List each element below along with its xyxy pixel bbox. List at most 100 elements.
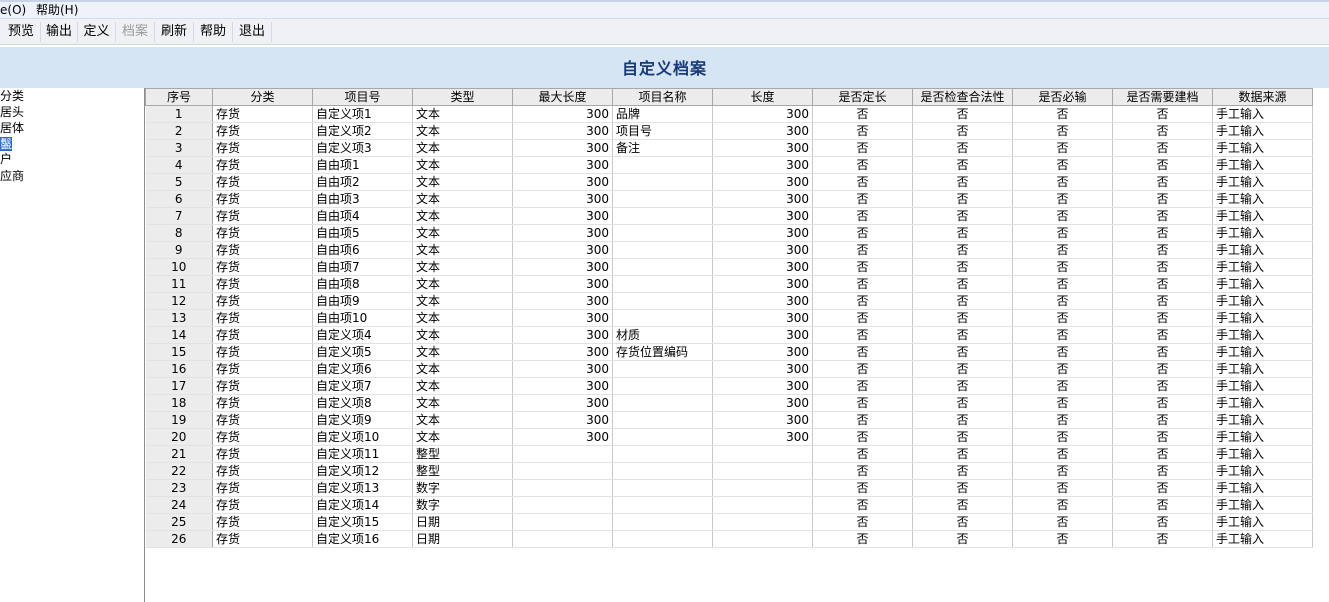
table-cell[interactable]: 手工输入 xyxy=(1212,241,1313,259)
table-cell[interactable]: 手工输入 xyxy=(1212,190,1313,208)
table-row[interactable]: 20 存货 自定义项10 文本 300 300 否否否否手工输入 xyxy=(145,428,1313,446)
table-cell[interactable]: 300 xyxy=(512,139,613,157)
table-cell[interactable]: 否 xyxy=(1012,530,1113,548)
table-cell[interactable]: 否 xyxy=(912,394,1013,412)
table-cell[interactable]: 手工输入 xyxy=(1212,258,1313,276)
table-cell[interactable]: 300 xyxy=(512,377,613,395)
table-cell[interactable]: 手工输入 xyxy=(1212,275,1313,293)
table-cell[interactable]: 日期 xyxy=(412,513,513,531)
table-cell[interactable] xyxy=(512,496,613,514)
table-cell[interactable]: 文本 xyxy=(412,105,513,123)
table-row[interactable]: 11 存货 自由项8 文本 300 300 否否否否手工输入 xyxy=(145,275,1313,293)
table-cell[interactable]: 否 xyxy=(1112,241,1213,259)
table-cell[interactable] xyxy=(612,428,713,446)
table-cell[interactable]: 否 xyxy=(912,343,1013,361)
column-header[interactable]: 是否定长 xyxy=(812,88,913,106)
table-cell[interactable]: 否 xyxy=(1012,445,1113,463)
table-cell[interactable]: 否 xyxy=(1112,394,1213,412)
table-cell[interactable]: 300 xyxy=(512,343,613,361)
table-cell[interactable] xyxy=(612,360,713,378)
table-row[interactable]: 6 存货 自由项3 文本 300 300 否否否否手工输入 xyxy=(145,190,1313,208)
table-cell[interactable]: 否 xyxy=(912,530,1013,548)
table-cell[interactable]: 自定义项12 xyxy=(312,462,413,480)
table-cell[interactable]: 300 xyxy=(512,411,613,429)
table-cell[interactable]: 否 xyxy=(812,479,913,497)
table-cell[interactable]: 否 xyxy=(1112,224,1213,242)
table-cell[interactable] xyxy=(612,479,713,497)
table-cell[interactable]: 存货 xyxy=(212,394,313,412)
table-cell[interactable]: 文本 xyxy=(412,343,513,361)
tree-item[interactable]: 居头 xyxy=(0,105,24,120)
table-cell[interactable]: 300 xyxy=(512,105,613,123)
table-row[interactable]: 19 存货 自定义项9 文本 300 300 否否否否手工输入 xyxy=(145,411,1313,429)
table-cell[interactable]: 手工输入 xyxy=(1212,207,1313,225)
table-cell[interactable]: 存货 xyxy=(212,139,313,157)
table-cell[interactable]: 存货 xyxy=(212,530,313,548)
table-cell[interactable]: 否 xyxy=(1012,309,1113,327)
table-cell[interactable]: 否 xyxy=(912,156,1013,174)
table-cell[interactable]: 存货 xyxy=(212,496,313,514)
table-cell[interactable]: 否 xyxy=(1012,139,1113,157)
table-cell[interactable]: 否 xyxy=(912,309,1013,327)
table-cell[interactable]: 否 xyxy=(1112,173,1213,191)
table-cell[interactable]: 300 xyxy=(712,326,813,344)
table-cell[interactable]: 300 xyxy=(712,292,813,310)
table-row[interactable]: 2 存货 自定义项2 文本 300 项目号 300 否否否否手工输入 xyxy=(145,122,1313,140)
table-cell[interactable]: 存货 xyxy=(212,479,313,497)
table-cell[interactable]: 自由项1 xyxy=(312,156,413,174)
table-cell[interactable]: 自定义项4 xyxy=(312,326,413,344)
table-cell[interactable]: 存货位置编码 xyxy=(612,343,713,361)
table-cell[interactable]: 300 xyxy=(712,224,813,242)
table-cell[interactable]: 否 xyxy=(912,479,1013,497)
table-cell[interactable]: 手工输入 xyxy=(1212,122,1313,140)
table-cell[interactable]: 否 xyxy=(812,394,913,412)
column-header[interactable]: 是否检查合法性 xyxy=(912,88,1013,106)
define-button[interactable]: 定义 xyxy=(78,22,116,42)
table-cell[interactable]: 否 xyxy=(1112,479,1213,497)
table-cell[interactable]: 否 xyxy=(1112,343,1213,361)
table-cell[interactable]: 存货 xyxy=(212,224,313,242)
table-row[interactable]: 1 存货 自定义项1 文本 300 品牌 300 否否否否手工输入 xyxy=(145,105,1313,123)
table-cell[interactable]: 否 xyxy=(812,275,913,293)
column-header[interactable]: 项目名称 xyxy=(612,88,713,106)
table-cell[interactable]: 自定义项16 xyxy=(312,530,413,548)
table-cell[interactable]: 否 xyxy=(1112,207,1213,225)
table-cell[interactable]: 300 xyxy=(712,105,813,123)
table-cell[interactable]: 文本 xyxy=(412,326,513,344)
column-header[interactable]: 数据来源 xyxy=(1212,88,1313,106)
table-cell[interactable]: 存货 xyxy=(212,173,313,191)
table-cell[interactable]: 否 xyxy=(1112,530,1213,548)
table-cell[interactable]: 否 xyxy=(1112,139,1213,157)
table-cell[interactable]: 300 xyxy=(712,360,813,378)
table-cell[interactable]: 否 xyxy=(912,105,1013,123)
preview-button[interactable]: 预览 xyxy=(2,22,41,42)
table-cell[interactable]: 文本 xyxy=(412,190,513,208)
table-cell[interactable]: 自由项7 xyxy=(312,258,413,276)
table-cell[interactable]: 文本 xyxy=(412,173,513,191)
table-cell[interactable]: 300 xyxy=(712,275,813,293)
table-cell[interactable]: 300 xyxy=(712,258,813,276)
column-header[interactable]: 长度 xyxy=(712,88,813,106)
table-cell[interactable]: 否 xyxy=(812,258,913,276)
table-row[interactable]: 22 存货 自定义项12 整型否否否否手工输入 xyxy=(145,462,1313,480)
table-cell[interactable]: 手工输入 xyxy=(1212,445,1313,463)
table-row[interactable]: 5 存货 自由项2 文本 300 300 否否否否手工输入 xyxy=(145,173,1313,191)
table-cell[interactable]: 否 xyxy=(812,496,913,514)
table-cell[interactable]: 自定义项11 xyxy=(312,445,413,463)
table-cell[interactable]: 否 xyxy=(1012,173,1113,191)
table-cell[interactable]: 数字 xyxy=(412,496,513,514)
table-cell[interactable]: 自由项5 xyxy=(312,224,413,242)
table-cell[interactable]: 文本 xyxy=(412,224,513,242)
table-cell[interactable]: 300 xyxy=(712,190,813,208)
table-cell[interactable]: 文本 xyxy=(412,207,513,225)
table-cell[interactable] xyxy=(612,513,713,531)
table-cell[interactable]: 手工输入 xyxy=(1212,326,1313,344)
table-cell[interactable]: 文本 xyxy=(412,275,513,293)
table-cell[interactable]: 存货 xyxy=(212,513,313,531)
table-cell[interactable]: 否 xyxy=(1012,479,1113,497)
table-cell[interactable] xyxy=(512,445,613,463)
table-row[interactable]: 26 存货 自定义项16 日期否否否否手工输入 xyxy=(145,530,1313,548)
table-cell[interactable]: 否 xyxy=(812,462,913,480)
table-cell[interactable]: 手工输入 xyxy=(1212,530,1313,548)
table-cell[interactable]: 存货 xyxy=(212,292,313,310)
